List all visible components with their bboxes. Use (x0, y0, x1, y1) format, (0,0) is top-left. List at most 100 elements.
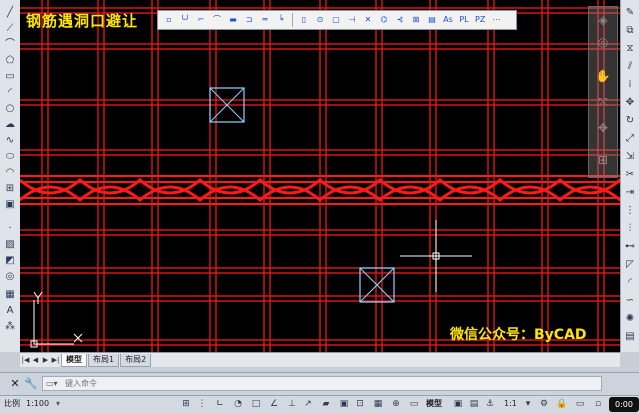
spline-tool-icon[interactable]: ∿ (3, 134, 17, 148)
rotate-tool-icon[interactable]: ↻ (623, 114, 637, 128)
transparency-toggle-icon[interactable]: ▣ (338, 398, 350, 410)
rebar-bend-icon[interactable]: ⌒ (210, 13, 224, 27)
line-tool-icon[interactable]: ╱ (3, 6, 17, 20)
tab-prev-icon[interactable]: ◀ (31, 355, 40, 365)
model-space-label[interactable]: 模型 (426, 396, 442, 412)
tab-last-icon[interactable]: ▶| (51, 355, 60, 365)
workspace-icon[interactable]: ▭ (408, 398, 420, 410)
dyn-toggle-icon[interactable]: ↗ (302, 398, 314, 410)
circle-tool-icon[interactable]: ○ (3, 102, 17, 116)
move-tool-icon[interactable]: ✥ (623, 96, 637, 110)
quick-view-drawings-icon[interactable]: ▤ (468, 398, 480, 410)
symbol-icon[interactable]: ⊠ (409, 13, 423, 27)
otrack-toggle-icon[interactable]: ∠ (268, 398, 280, 410)
rebar-tool-icon[interactable]: ▫ (162, 13, 176, 27)
region-tool-icon[interactable]: ◎ (3, 270, 17, 284)
fillet-tool-icon[interactable]: ◜ (623, 276, 637, 290)
as-button[interactable]: As (441, 13, 455, 27)
rebar-hook-icon[interactable]: ╰╯ (178, 13, 192, 27)
orbit-icon[interactable]: ✥ (593, 119, 613, 137)
rebar-straight-icon[interactable]: ▬ (226, 13, 240, 27)
add-selected-icon[interactable]: ⁂ (3, 320, 17, 334)
showmotion-icon[interactable]: ⊞ (593, 151, 613, 169)
explode-tool-icon[interactable]: ✺ (623, 312, 637, 326)
snap-toggle-icon[interactable]: ⋮ (196, 398, 208, 410)
point-tool-icon[interactable]: · (3, 222, 17, 236)
full-navigation-wheel-icon[interactable]: ◎ (593, 33, 613, 51)
polyline-tool-icon[interactable]: ⌒ (3, 38, 17, 52)
rebar-anchor-icon[interactable]: ╘ (274, 13, 288, 27)
arc-tool-icon[interactable]: ◜ (3, 86, 17, 100)
array-tool-icon[interactable]: ⁞ (623, 78, 637, 92)
tab-layout1[interactable]: 布局1 (88, 353, 120, 367)
construction-line-icon[interactable]: ⟋ (3, 22, 17, 36)
toolbar-lock-icon[interactable]: 🔒 (556, 398, 568, 410)
osnap-toggle-icon[interactable]: □ (250, 398, 262, 410)
blend-tool-icon[interactable]: ∽ (623, 294, 637, 308)
make-block-icon[interactable]: ▣ (3, 198, 17, 212)
scale-tool-icon[interactable]: ⤢ (623, 132, 637, 146)
properties-icon[interactable]: ▤ (623, 330, 637, 344)
tab-next-icon[interactable]: ▶ (41, 355, 50, 365)
close-icon[interactable]: ✕ (8, 377, 22, 391)
insert-block-icon[interactable]: ⊞ (3, 182, 17, 196)
hardware-acceleration-icon[interactable]: ▭ (574, 398, 586, 410)
rebar-double-icon[interactable]: ═ (258, 13, 272, 27)
annotation-scale-dropdown-icon[interactable]: ▾ (522, 398, 534, 410)
cross-mark-icon[interactable]: ✕ (361, 13, 375, 27)
rebar-edit-icon[interactable]: ⊰ (393, 13, 407, 27)
tab-model[interactable]: 模型 (61, 353, 87, 367)
mtext-tool-icon[interactable]: A (3, 304, 17, 318)
ellipse-arc-tool-icon[interactable]: ◠ (3, 166, 17, 180)
break-tool-icon[interactable]: ⫶ (623, 222, 637, 236)
customize-wrench-icon[interactable]: 🔧 (24, 377, 38, 391)
zoom-extents-icon[interactable]: ⤧ (593, 93, 613, 111)
quick-view-layouts-icon[interactable]: ▣ (452, 398, 464, 410)
table-tool-icon[interactable]: ▦ (3, 288, 17, 302)
scale-dropdown-icon[interactable]: ▾ (56, 396, 60, 412)
lwt-toggle-icon[interactable]: ▰ (320, 398, 332, 410)
command-input[interactable] (42, 376, 602, 391)
viewcube-icon[interactable]: ◈ (593, 11, 613, 29)
polygon-tool-icon[interactable]: ⬠ (3, 54, 17, 68)
erase-tool-icon[interactable]: ✎ (623, 6, 637, 20)
sc-toggle-icon[interactable]: ▦ (372, 398, 384, 410)
trim-tool-icon[interactable]: ✂ (623, 168, 637, 182)
revcloud-tool-icon[interactable]: ☁ (3, 118, 17, 132)
annotation-visibility-icon[interactable]: ⚓ (484, 398, 496, 410)
offset-tool-icon[interactable]: ⫽ (623, 60, 637, 74)
tab-first-icon[interactable]: |◀ (21, 355, 30, 365)
tab-layout2[interactable]: 布局2 (120, 353, 152, 367)
mirror-tool-icon[interactable]: ⧖ (623, 42, 637, 56)
ortho-toggle-icon[interactable]: ∟ (214, 398, 226, 410)
annotation-scale-value[interactable]: 1:1 (504, 396, 517, 412)
break-point-icon[interactable]: ⋮ (623, 204, 637, 218)
join-tool-icon[interactable]: ⊷ (623, 240, 637, 254)
dim-icon[interactable]: ⊣ (345, 13, 359, 27)
rebar-line-icon[interactable]: ⌐ (194, 13, 208, 27)
stretch-tool-icon[interactable]: ⇲ (623, 150, 637, 164)
column-round-icon[interactable]: ⊙ (313, 13, 327, 27)
extend-tool-icon[interactable]: ⇥ (623, 186, 637, 200)
pl-button[interactable]: PL (457, 13, 471, 27)
gradient-tool-icon[interactable]: ◩ (3, 254, 17, 268)
scale-value[interactable]: 1:100 (26, 396, 49, 412)
grid-toggle-icon[interactable]: ⊞ (180, 398, 192, 410)
rebar-table-icon[interactable]: ▤ (425, 13, 439, 27)
hatch-tool-icon[interactable]: ▨ (3, 238, 17, 252)
section-icon[interactable]: ▢ (329, 13, 343, 27)
copy-tool-icon[interactable]: ⧉ (623, 24, 637, 38)
qp-toggle-icon[interactable]: ⊡ (354, 398, 366, 410)
tag-icon[interactable]: ⌬ (377, 13, 391, 27)
clean-screen-icon[interactable]: ▫ (592, 398, 604, 410)
ducs-toggle-icon[interactable]: ⊥ (286, 398, 298, 410)
am-toggle-icon[interactable]: ⊕ (390, 398, 402, 410)
auto-scale-icon[interactable]: ⚙ (538, 398, 550, 410)
more-tools-icon[interactable]: ⋯ (489, 13, 503, 27)
ellipse-tool-icon[interactable]: ⬭ (3, 150, 17, 164)
pan-hand-icon[interactable]: ✋ (593, 67, 613, 85)
rebar-stirrup-icon[interactable]: ⊐ (242, 13, 256, 27)
pz-button[interactable]: PZ (473, 13, 487, 27)
drawing-canvas[interactable]: 钢筋遇洞口避让 ▫ ╰╯ ⌐ ⌒ ▬ ⊐ ═ ╘ ▯ ⊙ ▢ ⊣ ✕ ⌬ ⊰ ⊠… (20, 0, 620, 352)
chamfer-tool-icon[interactable]: ◸ (623, 258, 637, 272)
